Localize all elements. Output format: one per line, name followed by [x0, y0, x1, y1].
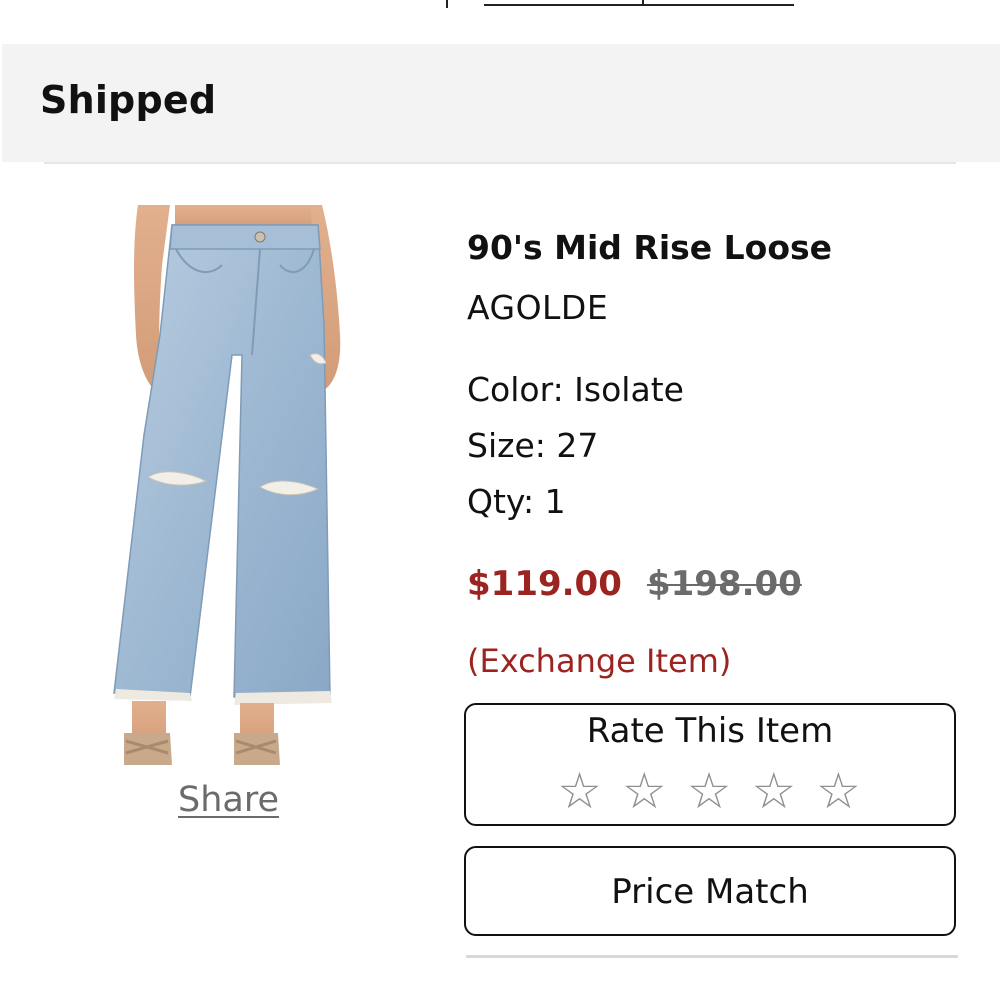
rate-item-title: Rate This Item	[586, 711, 834, 751]
jeans-button	[254, 231, 266, 243]
remnant-link-underline	[484, 4, 794, 6]
exchange-item-note: (Exchange Item)	[467, 642, 732, 680]
product-size: Size: 27	[467, 426, 599, 465]
sale-price: $119.00	[467, 564, 622, 604]
previous-section-remnant	[0, 0, 1000, 10]
price-match-button[interactable]: Price Match	[464, 846, 956, 936]
shipment-status-title: Shipped	[40, 78, 217, 122]
bottom-divider	[466, 955, 958, 958]
star-icon[interactable]: ☆	[751, 763, 798, 819]
star-rating: ☆ ☆ ☆ ☆ ☆	[466, 763, 954, 819]
sandal	[124, 733, 172, 765]
brand-name: AGOLDE	[467, 288, 609, 327]
product-name[interactable]: 90's Mid Rise Loose	[467, 228, 832, 267]
product-image[interactable]	[110, 205, 360, 780]
remnant-divider	[446, 0, 448, 8]
price-row: $119.00 $198.00	[467, 564, 802, 604]
star-icon[interactable]: ☆	[687, 763, 734, 819]
original-price: $198.00	[646, 564, 802, 604]
product-quantity: Qty: 1	[467, 482, 566, 521]
star-icon[interactable]: ☆	[557, 763, 604, 819]
jeans-waistband	[169, 224, 321, 250]
star-icon[interactable]: ☆	[622, 763, 669, 819]
sandal	[234, 733, 280, 765]
header-divider	[44, 162, 956, 164]
rate-item-box: Rate This Item ☆ ☆ ☆ ☆ ☆	[464, 703, 956, 826]
share-link[interactable]: Share	[178, 780, 279, 820]
remnant-divider	[642, 0, 644, 6]
star-icon[interactable]: ☆	[816, 763, 863, 819]
order-item-page: Shipped Share 90's Mid Rise Loose AGOLDE…	[0, 0, 1000, 1000]
product-color: Color: Isolate	[467, 370, 684, 409]
jeans-hem	[234, 691, 332, 705]
